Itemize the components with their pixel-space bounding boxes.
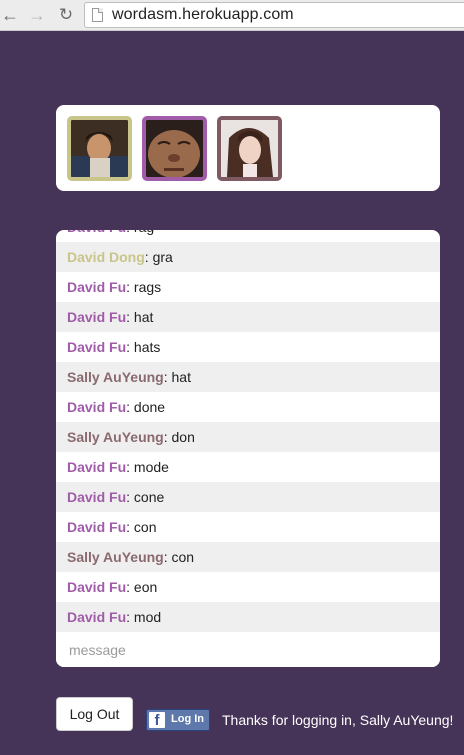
message-author: David Fu — [67, 309, 127, 325]
facebook-login-label: Log In — [171, 713, 204, 725]
log-out-button[interactable]: Log Out — [56, 697, 133, 731]
message-text: hat — [133, 309, 154, 325]
chat-message: David Dong: gra — [56, 242, 440, 272]
message-text: eon — [133, 579, 158, 595]
player-avatar — [142, 116, 207, 181]
facebook-login-button[interactable]: f Log In — [146, 709, 210, 731]
message-author: David Fu — [67, 489, 127, 505]
chat-message: Sally AuYeung: don — [56, 422, 440, 452]
login-status-text: Thanks for logging in, Sally AuYeung! — [222, 712, 454, 728]
message-author: David Fu — [67, 339, 127, 355]
message-author: David Fu — [67, 399, 127, 415]
message-text: mode — [133, 459, 169, 475]
browser-toolbar: ← → ↻ wordasm.herokuapp.com — [0, 0, 464, 31]
chat-panel: David Fu: ragDavid Dong: gra David Fu: ra… — [56, 230, 440, 667]
chat-message: David Fu: eon — [67, 579, 158, 595]
message-text: done — [133, 399, 166, 415]
page-icon — [92, 8, 103, 22]
chat-message: David Fu: mod — [56, 602, 440, 632]
chat-message: Sally AuYeung: con — [56, 542, 440, 572]
message-author: Sally AuYeung — [67, 429, 164, 445]
message-author: David Fu — [67, 459, 127, 475]
address-bar[interactable]: wordasm.herokuapp.com — [84, 2, 464, 28]
message-text: con — [171, 549, 195, 565]
message-author: David Fu — [67, 279, 127, 295]
player-avatar — [67, 116, 132, 181]
chat-message: David Fu: hats — [67, 339, 161, 355]
chat-message: David Fu: rags — [67, 279, 162, 295]
message-text: hats — [133, 339, 161, 355]
message-text: rag — [134, 230, 154, 235]
chat-message: David Fu: mode — [67, 459, 169, 475]
chat-message: David Fu: hat — [56, 302, 440, 332]
message-text: rags — [133, 279, 162, 295]
message-author: David Fu — [67, 579, 127, 595]
player-avatar — [217, 116, 282, 181]
message-text: gra — [152, 249, 173, 265]
arrow-right-icon[interactable]: → — [27, 5, 47, 25]
message-author: David Dong — [67, 249, 145, 265]
message-author: Sally AuYeung — [67, 369, 164, 385]
url-text[interactable]: wordasm.herokuapp.com — [112, 6, 294, 24]
message-author: David Fu — [67, 609, 127, 625]
reload-icon[interactable]: ↻ — [56, 5, 76, 25]
chat-message: David Fu: cone — [56, 482, 440, 512]
message-text: hat — [171, 369, 191, 385]
message-text: mod — [133, 609, 162, 625]
players-panel — [56, 105, 440, 191]
player-photo-2 — [146, 120, 203, 177]
message-text: con — [133, 519, 157, 535]
player-photo-1 — [71, 120, 128, 177]
chat-message: David Fu: done — [67, 399, 166, 415]
message-text: don — [171, 429, 195, 445]
message-author: David Fu — [67, 519, 127, 535]
message-text: cone — [133, 489, 165, 505]
message-input[interactable] — [56, 633, 440, 667]
facebook-icon: f — [149, 712, 165, 729]
chat-message: David Fu: rag — [56, 230, 440, 242]
message-author: Sally AuYeung — [67, 549, 164, 565]
player-photo-3 — [221, 120, 278, 177]
message-author: David Fu — [67, 230, 126, 235]
chat-message: Sally AuYeung: hat — [56, 362, 440, 392]
arrow-left-icon[interactable]: ← — [0, 5, 20, 25]
chat-message: David Fu: con — [67, 519, 157, 535]
